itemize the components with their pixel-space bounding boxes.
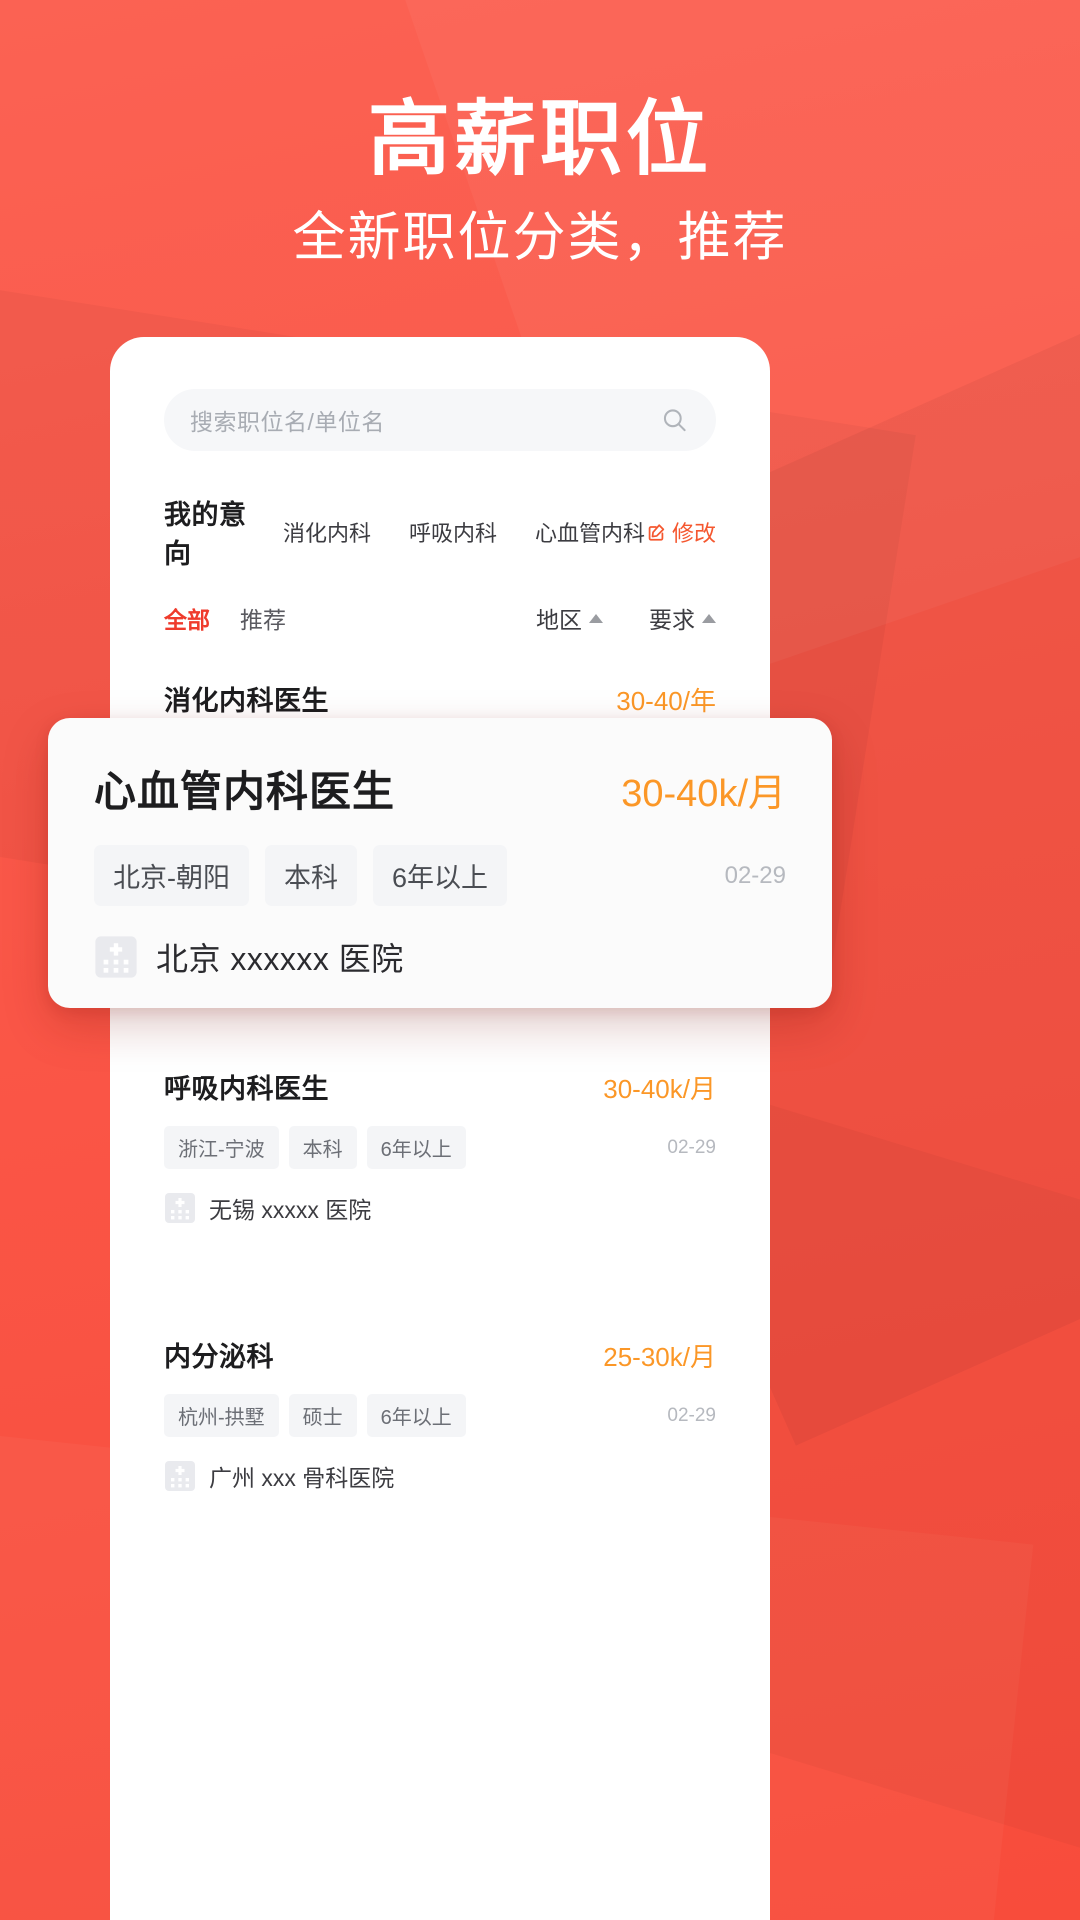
my-intent-label: 我的意向 <box>164 500 247 569</box>
job-meta: 杭州-拱墅 硕士 6年以上 02-29 <box>164 1394 716 1437</box>
app-screen-card: 搜索职位名/单位名 我的意向 消化内科 呼吸内科 心血管内科 修改 全部 推荐 … <box>110 337 770 1920</box>
filter-dropdown-region-label: 地区 <box>536 607 582 633</box>
highlighted-chip-experience: 6年以上 <box>373 845 508 906</box>
my-intent-tag-group: 消化内科 呼吸内科 心血管内科 <box>283 516 645 548</box>
job-chip-location: 浙江-宁波 <box>164 1126 279 1169</box>
caret-up-icon <box>702 613 716 623</box>
intent-tag-3[interactable]: 心血管内科 <box>535 516 645 548</box>
page-subtitle: 全新职位分类，推荐 <box>292 207 788 267</box>
job-title: 呼吸内科医生 <box>164 1074 329 1104</box>
job-salary: 30-40/年 <box>616 686 716 716</box>
job-salary: 30-40k/月 <box>603 1074 716 1104</box>
job-title: 消化内科医生 <box>164 686 329 716</box>
job-organization: 广州 xxx 骨科医院 <box>164 1459 716 1493</box>
job-meta: 浙江-宁波 本科 6年以上 02-29 <box>164 1126 716 1169</box>
hospital-building-icon <box>164 1460 196 1492</box>
highlighted-job-date: 02-29 <box>724 861 786 889</box>
intent-tag-1[interactable]: 消化内科 <box>283 516 371 548</box>
page-title: 高薪职位 <box>367 94 712 185</box>
highlighted-job-title: 心血管内科医生 <box>94 768 396 815</box>
filter-right-group: 地区 要求 <box>536 601 716 635</box>
my-intent-row: 我的意向 消化内科 呼吸内科 心血管内科 修改 <box>110 451 770 571</box>
job-chip-group: 杭州-拱墅 硕士 6年以上 <box>164 1394 466 1437</box>
job-header: 呼吸内科医生 30-40k/月 <box>164 1067 716 1106</box>
job-header: 内分泌科 25-30k/月 <box>164 1335 716 1374</box>
edit-intent-label: 修改 <box>671 521 716 546</box>
hero-block: 高薪职位 全新职位分类，推荐 <box>0 94 1080 269</box>
highlighted-organization-name: 北京 xxxxxx 医院 <box>156 941 404 977</box>
job-date: 02-29 <box>667 1404 716 1426</box>
highlighted-job-salary: 30-40k/月 <box>621 773 786 815</box>
caret-up-icon <box>589 613 603 623</box>
job-chip-experience: 6年以上 <box>366 1126 466 1169</box>
highlighted-job-organization: 北京 xxxxxx 医院 <box>94 934 786 980</box>
hospital-building-icon <box>94 935 138 979</box>
search-input[interactable]: 搜索职位名/单位名 <box>164 389 716 451</box>
job-organization-name: 广州 xxx 骨科医院 <box>209 1465 395 1491</box>
filter-tab-all[interactable]: 全部 <box>164 601 210 635</box>
highlighted-job-meta: 北京-朝阳 本科 6年以上 02-29 <box>94 845 786 906</box>
highlighted-job-card[interactable]: 心血管内科医生 30-40k/月 北京-朝阳 本科 6年以上 02-29 北京 … <box>48 718 832 1008</box>
search-icon[interactable] <box>661 407 688 434</box>
highlighted-chip-location: 北京-朝阳 <box>94 845 249 906</box>
promo-screen: 高薪职位 全新职位分类，推荐 搜索职位名/单位名 我的意向 消化内科 呼吸内科 <box>0 0 1080 1920</box>
search-section: 搜索职位名/单位名 <box>110 337 770 451</box>
highlighted-job-header: 心血管内科医生 30-40k/月 <box>94 758 786 819</box>
job-chip-location: 杭州-拱墅 <box>164 1394 279 1437</box>
intent-tag-2[interactable]: 呼吸内科 <box>409 516 497 548</box>
highlighted-chip-education: 本科 <box>265 845 357 906</box>
job-header: 消化内科医生 30-40/年 <box>164 679 716 718</box>
search-placeholder-text: 搜索职位名/单位名 <box>190 409 385 435</box>
job-chip-education: 硕士 <box>288 1394 357 1437</box>
job-chip-group: 浙江-宁波 本科 6年以上 <box>164 1126 466 1169</box>
filter-row: 全部 推荐 地区 要求 <box>110 571 770 635</box>
filter-tab-recommended[interactable]: 推荐 <box>240 601 286 635</box>
job-chip-education: 本科 <box>288 1126 357 1169</box>
filter-left-group: 全部 推荐 <box>164 601 286 635</box>
filter-dropdown-requirement[interactable]: 要求 <box>649 601 716 635</box>
job-organization: 无锡 xxxxx 医院 <box>164 1191 716 1225</box>
job-title: 内分泌科 <box>164 1342 274 1372</box>
job-salary: 25-30k/月 <box>603 1342 716 1372</box>
job-chip-experience: 6年以上 <box>366 1394 466 1437</box>
table-row[interactable]: 内分泌科 25-30k/月 杭州-拱墅 硕士 6年以上 02-29 广州 xxx… <box>164 1307 716 1519</box>
filter-dropdown-region[interactable]: 地区 <box>536 601 603 635</box>
job-organization-name: 无锡 xxxxx 医院 <box>209 1197 372 1223</box>
table-row[interactable]: 呼吸内科医生 30-40k/月 浙江-宁波 本科 6年以上 02-29 无锡 x… <box>164 1039 716 1251</box>
filter-dropdown-requirement-label: 要求 <box>649 607 695 633</box>
job-date: 02-29 <box>667 1136 716 1158</box>
bottom-fade-overlay <box>110 1700 770 1920</box>
edit-pencil-icon <box>645 521 667 543</box>
hospital-building-icon <box>164 1192 196 1224</box>
edit-intent-button[interactable]: 修改 <box>645 516 716 548</box>
highlighted-chip-group: 北京-朝阳 本科 6年以上 <box>94 845 508 906</box>
